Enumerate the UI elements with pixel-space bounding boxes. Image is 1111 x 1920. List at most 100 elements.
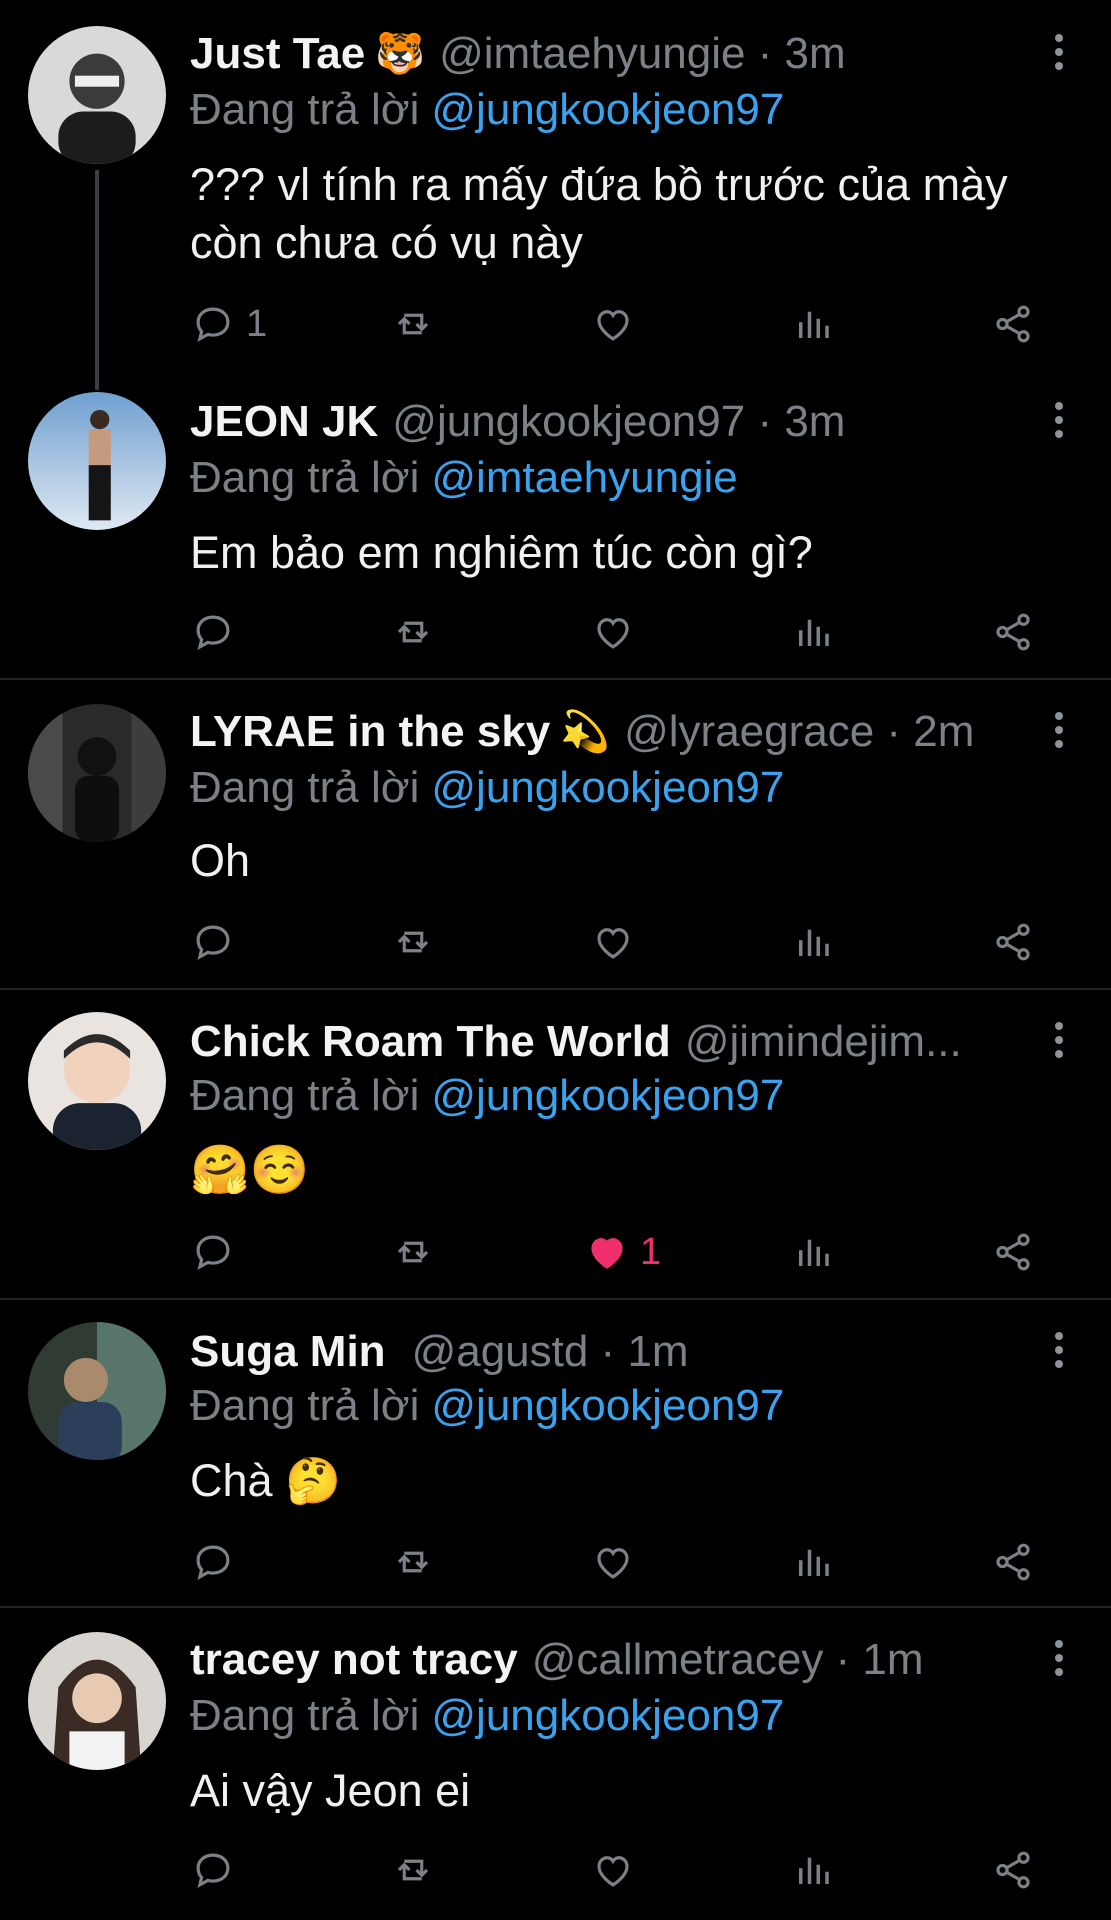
display-name[interactable]: LYRAE in the sky: [190, 707, 550, 757]
reply-target-link[interactable]: @jungkookjeon97: [431, 1071, 784, 1121]
avatar[interactable]: [28, 1632, 166, 1770]
retweet-icon: [397, 313, 429, 335]
retweet-icon: [397, 621, 429, 643]
display-name[interactable]: tracey not tracy: [190, 1635, 518, 1685]
reply-prefix: Đang trả lời: [190, 453, 420, 502]
tweet-text: Oh: [190, 832, 1071, 890]
views-button[interactable]: [792, 602, 834, 662]
display-name[interactable]: Suga Min: [190, 1327, 386, 1377]
share-button[interactable]: [992, 1222, 1034, 1282]
views-button[interactable]: [792, 294, 834, 354]
more-icon[interactable]: [1047, 1320, 1071, 1380]
handle-time[interactable]: @imtaehyungie · 3m: [439, 29, 846, 79]
share-button[interactable]: [992, 1532, 1034, 1592]
avatar[interactable]: [28, 1322, 166, 1460]
reply-target-link[interactable]: @jungkookjeon97: [431, 1381, 784, 1431]
views-button[interactable]: [792, 1840, 834, 1900]
views-button[interactable]: [792, 912, 834, 972]
reply-button[interactable]: [192, 602, 234, 662]
reply-target-link[interactable]: @jungkookjeon97: [431, 85, 784, 135]
share-button[interactable]: [992, 1840, 1034, 1900]
share-icon: [996, 1851, 1030, 1889]
views-icon: [799, 929, 829, 956]
tweet-text-line: Chà 🤔: [190, 1455, 342, 1506]
reply-button[interactable]: [192, 1532, 234, 1592]
thread-connector: [95, 170, 99, 390]
like-icon: [591, 1238, 623, 1269]
tweet-text: Chà 🤔: [190, 1452, 1071, 1510]
like-button[interactable]: [592, 294, 634, 354]
retweet-button[interactable]: [392, 912, 434, 972]
like-icon: [597, 618, 629, 649]
retweet-button[interactable]: [392, 1222, 434, 1282]
like-button[interactable]: [592, 1532, 634, 1592]
handle-time[interactable]: @jungkookjeon97 · 3m: [392, 397, 845, 447]
reply-context: Đang trả lời @jungkookjeon97: [190, 1376, 784, 1436]
display-name[interactable]: Just Tae: [190, 29, 365, 79]
handle-time[interactable]: @jimindejim...: [685, 1017, 962, 1067]
retweet-button[interactable]: [392, 1532, 434, 1592]
reply-target-link[interactable]: @imtaehyungie: [431, 453, 737, 503]
reply-target-link[interactable]: @jungkookjeon97: [431, 1691, 784, 1741]
avatar[interactable]: [28, 1012, 166, 1150]
divider: [0, 1298, 1111, 1300]
views-icon: [799, 1239, 829, 1266]
reply-icon: [196, 307, 230, 343]
tweet-text-line: Oh: [190, 835, 251, 886]
tweet-header: LYRAE in the sky 💫 @lyraegrace · 2m: [190, 702, 1051, 762]
like-button[interactable]: 1: [586, 1222, 661, 1282]
avatar[interactable]: [28, 392, 166, 530]
reply-button[interactable]: [192, 1222, 234, 1282]
tweet-text-line: Em bảo em nghiêm túc còn gì?: [190, 527, 813, 578]
display-name[interactable]: Chick Roam The World: [190, 1017, 671, 1067]
share-button[interactable]: [992, 912, 1034, 972]
retweet-button[interactable]: [392, 1840, 434, 1900]
reply-count: 1: [246, 302, 268, 345]
tweet-text: 🤗☺️: [190, 1142, 1071, 1200]
views-icon: [799, 1549, 829, 1576]
retweet-icon: [397, 931, 429, 953]
like-count: 1: [640, 1230, 662, 1273]
divider: [0, 1606, 1111, 1608]
reply-prefix: Đang trả lời: [190, 1071, 420, 1120]
like-button[interactable]: [592, 602, 634, 662]
share-icon: [996, 923, 1030, 961]
share-icon: [996, 1233, 1030, 1271]
display-name[interactable]: JEON JK: [190, 397, 378, 447]
like-icon: [597, 1856, 629, 1887]
handle-time[interactable]: @lyraegrace · 2m: [624, 707, 974, 757]
share-button[interactable]: [992, 602, 1034, 662]
views-icon: [799, 311, 829, 338]
reply-prefix: Đang trả lời: [190, 1381, 420, 1430]
avatar[interactable]: [28, 26, 166, 164]
reply-button[interactable]: 1: [192, 294, 267, 354]
more-icon[interactable]: [1047, 390, 1071, 450]
retweet-button[interactable]: [392, 602, 434, 662]
reply-button[interactable]: [192, 912, 234, 972]
retweet-icon: [397, 1859, 429, 1881]
reply-target-link[interactable]: @jungkookjeon97: [431, 763, 784, 813]
like-button[interactable]: [592, 912, 634, 972]
like-button[interactable]: [592, 1840, 634, 1900]
divider: [0, 678, 1111, 680]
reply-icon: [196, 1545, 230, 1581]
reply-button[interactable]: [192, 1840, 234, 1900]
avatar[interactable]: [28, 704, 166, 842]
reply-prefix: Đang trả lời: [190, 85, 420, 134]
tweet-text: Ai vậy Jeon ei: [190, 1762, 1071, 1820]
more-icon[interactable]: [1047, 1010, 1071, 1070]
views-button[interactable]: [792, 1222, 834, 1282]
share-button[interactable]: [992, 294, 1034, 354]
tweet-header: tracey not tracy @callmetracey · 1m: [190, 1630, 1051, 1690]
reply-icon: [196, 1235, 230, 1271]
more-icon[interactable]: [1047, 22, 1071, 82]
tweet-text-line: còn chưa có vụ này: [190, 217, 583, 268]
name-emoji: 💫: [560, 710, 611, 754]
retweet-button[interactable]: [392, 294, 434, 354]
more-icon[interactable]: [1047, 1628, 1071, 1688]
handle-time[interactable]: @callmetracey · 1m: [532, 1635, 924, 1685]
more-icon[interactable]: [1047, 700, 1071, 760]
views-button[interactable]: [792, 1532, 834, 1592]
name-emoji: 🐯: [375, 32, 426, 76]
handle-time[interactable]: @agustd · 1m: [412, 1327, 689, 1377]
